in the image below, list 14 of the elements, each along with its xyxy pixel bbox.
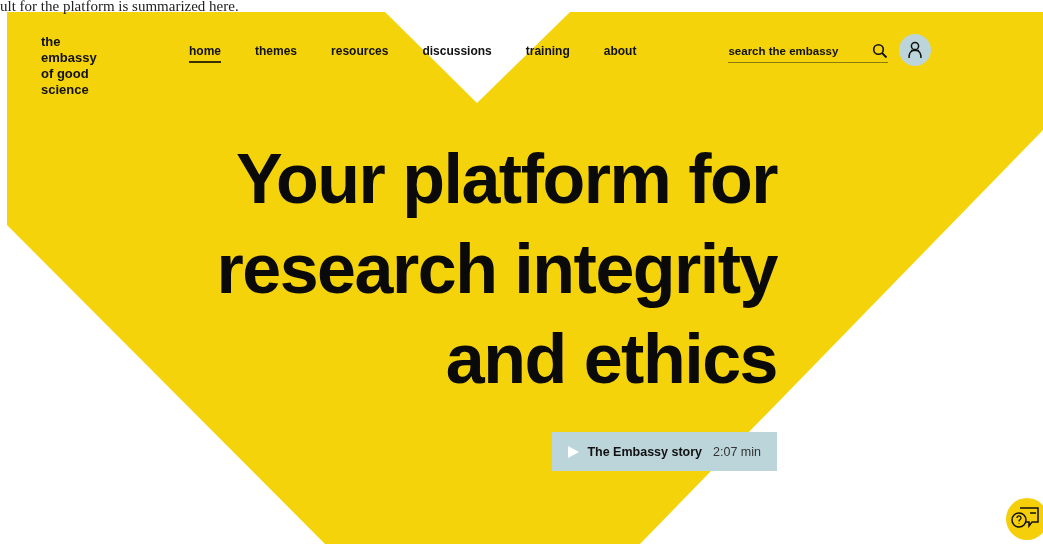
search-icon[interactable] bbox=[872, 43, 889, 59]
nav-link[interactable]: home bbox=[189, 44, 221, 63]
video-button[interactable]: The Embassy story 2:07 min bbox=[552, 432, 777, 471]
logo-text: the embassy of good science bbox=[41, 34, 98, 98]
nav-link[interactable]: resources bbox=[331, 44, 389, 63]
search-field[interactable]: search the embassy bbox=[728, 45, 873, 57]
nav-link[interactable]: themes bbox=[255, 44, 298, 63]
nav-link[interactable]: about bbox=[603, 44, 637, 63]
nav-link[interactable]: discussions bbox=[422, 44, 492, 63]
user-icon bbox=[907, 41, 924, 59]
play-icon bbox=[567, 445, 580, 458]
help-button[interactable] bbox=[1006, 498, 1043, 540]
caption-text: ult for the platform is summarized here. bbox=[0, 0, 240, 12]
hero-heading: Your platform for research integrity and ethics bbox=[215, 139, 777, 400]
